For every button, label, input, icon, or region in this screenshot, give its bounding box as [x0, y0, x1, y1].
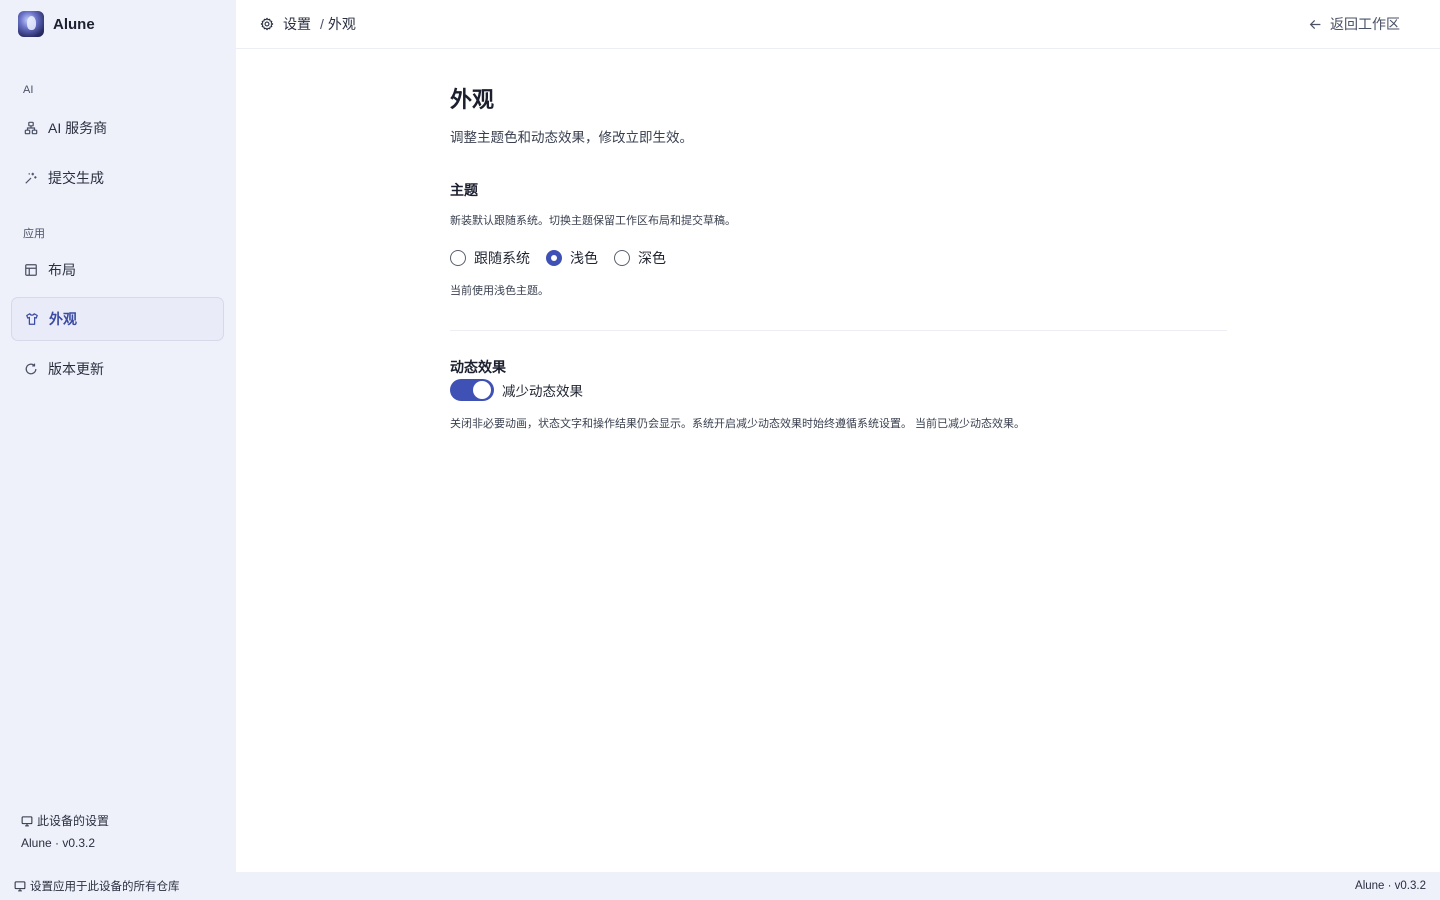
status-bar: 设置应用于此设备的所有仓库 Alune · v0.3.2	[0, 872, 1440, 900]
radio-circle[interactable]	[614, 250, 630, 266]
breadcrumb-separator: /	[320, 16, 324, 32]
back-to-workspace-button[interactable]: 返回工作区	[1309, 14, 1400, 34]
theme-description: 新装默认跟随系统。切换主题保留工作区布局和提交草稿。	[450, 215, 736, 227]
section-divider	[450, 330, 1227, 331]
monitor-icon	[21, 815, 33, 826]
sidebar-item-label: 提交生成	[48, 170, 104, 186]
section-label-app: 应用	[23, 228, 45, 240]
motion-description: 关闭非必要动画，状态文字和操作结果仍会显示。系统开启减少动态效果时始终遵循系统设…	[450, 418, 1026, 430]
theme-section: 主题 新装默认跟随系统。切换主题保留工作区布局和提交草稿。 跟随系统 浅色 深色…	[450, 180, 1227, 298]
theme-option-dark[interactable]: 深色	[614, 248, 666, 268]
appearance-settings: 外观 调整主题色和动态效果，修改立即生效。 主题 新装默认跟随系统。切换主题保留…	[450, 82, 1227, 431]
reduce-motion-label[interactable]: 减少动态效果	[502, 380, 583, 400]
sidebar-item-label: 布局	[48, 262, 76, 278]
app-name: Alune	[53, 15, 95, 33]
layout-icon	[25, 264, 37, 276]
shirt-icon	[26, 313, 38, 325]
app-version: Alune · v0.3.2	[21, 836, 96, 850]
sidebar-item-commit-generation[interactable]: 提交生成	[11, 156, 224, 200]
theme-title: 主题	[450, 182, 478, 198]
breadcrumb: 设置 / 外观	[260, 14, 356, 34]
theme-radio-group: 跟随系统 浅色 深色	[450, 248, 1227, 268]
sidebar-item-appearance[interactable]: 外观	[11, 297, 224, 341]
reduce-motion-toggle[interactable]	[450, 379, 494, 401]
page-subtitle: 调整主题色和动态效果，修改立即生效。	[450, 130, 693, 145]
monitor-icon	[14, 881, 26, 892]
gear-icon	[260, 17, 274, 31]
sidebar-item-label: 版本更新	[48, 361, 104, 377]
top-bar: 设置 / 外观 返回工作区	[236, 0, 1440, 49]
breadcrumb-current: 外观	[327, 16, 356, 32]
network-icon	[24, 121, 38, 135]
sidebar-item-label: 外观	[49, 311, 77, 327]
motion-section: 动态效果 减少动态效果 关闭非必要动画，状态文字和操作结果仍会显示。系统开启减少…	[450, 357, 1227, 431]
status-scope: 设置应用于此设备的所有仓库	[14, 878, 180, 894]
section-label-ai: AI	[23, 84, 34, 96]
reduce-motion-row: 减少动态效果	[450, 379, 1227, 401]
sidebar-item-layout[interactable]: 布局	[11, 248, 224, 292]
radio-circle-selected[interactable]	[546, 250, 562, 266]
motion-title: 动态效果	[450, 359, 506, 375]
brand[interactable]: Alune	[18, 11, 95, 37]
app-logo	[18, 11, 44, 37]
sidebar-item-label: AI 服务商	[48, 120, 108, 136]
device-settings-label: 此设备的设置	[21, 812, 109, 829]
status-version: Alune · v0.3.2	[1355, 880, 1426, 892]
sidebar: Alune AI AI 服务商 提交生成 应用 布局 外观 版本更新 此设备的设…	[0, 0, 236, 872]
main-panel: 设置 / 外观 返回工作区 外观 调整主题色和动态效果，修改立即生效。 主题 新…	[236, 0, 1440, 872]
sidebar-item-ai-providers[interactable]: AI 服务商	[11, 106, 224, 150]
theme-status: 当前使用浅色主题。	[450, 285, 549, 297]
theme-option-system[interactable]: 跟随系统	[450, 248, 530, 268]
theme-option-light[interactable]: 浅色	[546, 248, 598, 268]
arrow-left-icon	[1309, 19, 1321, 29]
sparkles-icon	[25, 172, 37, 184]
back-label: 返回工作区	[1330, 16, 1400, 32]
breadcrumb-settings[interactable]: 设置	[283, 14, 311, 34]
radio-circle[interactable]	[450, 250, 466, 266]
refresh-icon	[25, 363, 37, 375]
sidebar-item-updates[interactable]: 版本更新	[11, 347, 224, 391]
page-title: 外观	[450, 87, 495, 112]
